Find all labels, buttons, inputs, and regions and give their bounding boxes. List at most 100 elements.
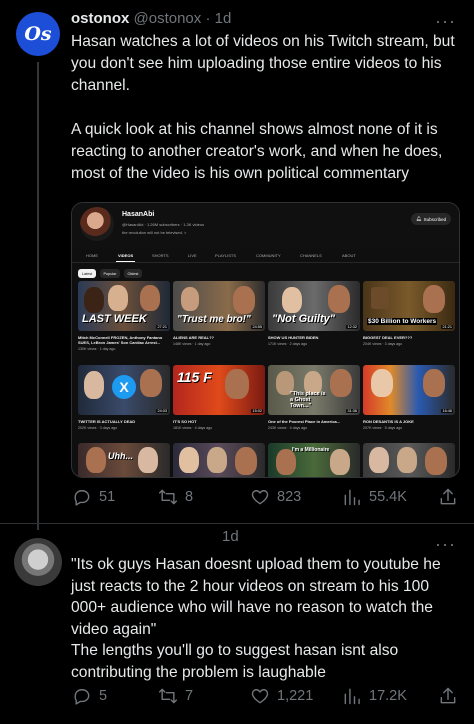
reply-button[interactable]: 5 [72, 684, 107, 708]
repost-button[interactable]: 7 [158, 684, 193, 708]
reply-count: 5 [99, 688, 108, 704]
channel-tabs: HOME VIDEOS SHORTS LIVE PLAYLISTS COMMUN… [72, 251, 459, 263]
video-thumbnail [363, 443, 455, 477]
video-title: SHOW US HUNTER BIDEN [268, 335, 319, 340]
like-button[interactable]: 823 [250, 485, 301, 509]
ostonox-avatar[interactable]: Os [16, 12, 60, 56]
thumbnail-caption: 115 F [177, 369, 212, 385]
like-count: 1,221 [277, 688, 314, 704]
video-thumbnail: Uhh... [78, 443, 170, 477]
channel-header: HasanAbi @HasanAbi · 1.26M subscribers ·… [72, 203, 459, 249]
repost-button[interactable]: 8 [158, 485, 193, 509]
video-title: ALIENS ARE REAL?? [173, 335, 214, 340]
video-meta: 204K views · 3 days ago [363, 342, 403, 346]
video-duration: 15:02 [251, 409, 263, 413]
views-icon [344, 489, 360, 506]
reply-user-avatar[interactable] [14, 538, 62, 586]
video-duration: 27:21 [156, 325, 168, 329]
more-options-icon[interactable]: ··· [435, 535, 456, 553]
repost-count: 7 [185, 688, 194, 704]
chip-latest: Latest [78, 269, 96, 278]
attached-image-youtube-channel[interactable]: HasanAbi @HasanAbi · 1.26M subscribers ·… [71, 202, 460, 478]
reply-count: 51 [99, 489, 116, 505]
video-title: Mitch McConnell FROZEN, Anthony Fantano … [78, 335, 163, 345]
tweet-actions: 51 8 823 55.4K [70, 485, 460, 509]
view-count: 17.2K [369, 688, 407, 704]
video-thumbnail: 115 F 15:02 [173, 365, 265, 415]
video-duration: 31:36 [346, 409, 358, 413]
video-meta: 130K views · 1 day ago [78, 347, 116, 351]
share-icon [440, 488, 456, 505]
video-thumbnail [173, 443, 265, 477]
video-thumbnail: "Not Guilty" 12:32 [268, 281, 360, 331]
tweet-comment: The lengths you'll go to suggest hasan i… [71, 642, 399, 681]
reply-icon [74, 689, 90, 705]
thumbnail-caption: I'm a Millionaire [292, 447, 330, 453]
video-title: One of the Poorest Place in America... [268, 419, 341, 424]
display-name[interactable]: ostonox [71, 10, 129, 27]
views-button[interactable]: 17.2K [342, 684, 407, 708]
like-button[interactable]: 1,221 [250, 684, 313, 708]
reply-icon [74, 490, 90, 506]
video-duration: 12:32 [346, 325, 358, 329]
video-thumbnail: $30 Billion to Workers 21:21 [363, 281, 455, 331]
subscribed-label: Subscribed [423, 216, 447, 222]
tab-channels: CHANNELS [300, 253, 322, 258]
video-thumbnail: I'm a Millionaire [268, 443, 360, 477]
thumbnail-caption: $30 Billion to Workers [367, 318, 438, 325]
bell-icon: 🔔︎ [415, 216, 422, 221]
tweet-paragraph-1: Hasan watches a lot of videos on his Twi… [71, 33, 455, 94]
heart-icon [251, 689, 269, 704]
video-meta: 148K views · 1 day ago [173, 342, 211, 346]
video-meta: 243K views · 4 days ago [268, 426, 308, 430]
tweet-timestamp[interactable]: 1d [215, 10, 232, 27]
x-logo-icon: X [112, 375, 136, 399]
channel-name: HasanAbi [122, 211, 155, 218]
channel-description: the revolution will not be televised. > [122, 230, 187, 235]
video-meta: 207K views · 5 days ago [363, 426, 403, 430]
video-thumbnail: 16:46 [363, 365, 455, 415]
video-thumbnail: "This place is a Ghost Town..." 31:36 [268, 365, 360, 415]
reply-button[interactable]: 51 [72, 485, 115, 509]
like-count: 823 [277, 489, 302, 505]
video-thumbnail: X 24:03 [78, 365, 170, 415]
video-duration: 24:55 [251, 325, 263, 329]
thread-connector-line [37, 62, 39, 530]
views-button[interactable]: 55.4K [342, 485, 407, 509]
video-duration: 24:03 [156, 409, 168, 413]
share-button[interactable] [438, 684, 465, 708]
avatar-logo-text: Os [24, 23, 52, 45]
tweet-text: "Its ok guys Hasan doesnt upload them to… [71, 554, 463, 683]
heart-icon [251, 490, 269, 505]
tweet-original[interactable]: Os ostonox @ostonox · 1d ··· Hasan watch… [0, 0, 474, 530]
user-handle[interactable]: @ostonox [134, 10, 202, 27]
video-duration: 21:21 [441, 325, 453, 329]
more-options-icon[interactable]: ··· [435, 12, 456, 30]
thumbnail-caption: Uhh... [108, 451, 133, 461]
tweet-reply[interactable]: 1d ··· "Its ok guys Hasan doesnt upload … [0, 524, 474, 724]
tweet-quote: "Its ok guys Hasan doesnt upload them to… [71, 556, 441, 638]
repost-count: 8 [185, 489, 194, 505]
share-icon [440, 687, 456, 704]
tweet-header: ostonox @ostonox · 1d [71, 10, 231, 27]
views-icon [344, 688, 360, 705]
share-button[interactable] [438, 485, 465, 509]
channel-avatar [80, 207, 114, 241]
video-meta: 181K views · 4 days ago [173, 426, 213, 430]
tweet-paragraph-2: A quick look at his channel shows almost… [71, 121, 443, 182]
video-title: RON DESANTIS IS A JOKE [363, 419, 414, 424]
tweet-actions: 5 7 1,221 17.2K [70, 684, 460, 708]
subscribed-button: 🔔︎ Subscribed [411, 213, 451, 225]
tab-about: ABOUT [342, 253, 356, 258]
video-thumbnail: "Trust me bro!" 24:55 [173, 281, 265, 331]
video-title: IT'S SO HOT [173, 419, 197, 424]
video-duration: 16:46 [441, 409, 453, 413]
repost-icon [158, 688, 178, 704]
video-thumbnail: LAST WEEK 27:21 [78, 281, 170, 331]
thumbnail-caption: "This place is a Ghost Town..." [290, 391, 326, 409]
tweet-timestamp[interactable]: 1d [222, 528, 239, 545]
video-title: TWITTER IS ACTUALLY DEAD [78, 419, 136, 424]
tweet-text: Hasan watches a lot of videos on his Twi… [71, 31, 463, 185]
channel-meta: @HasanAbi · 1.26M subscribers · 1.3K vid… [122, 222, 205, 227]
redacted-username [71, 538, 221, 544]
